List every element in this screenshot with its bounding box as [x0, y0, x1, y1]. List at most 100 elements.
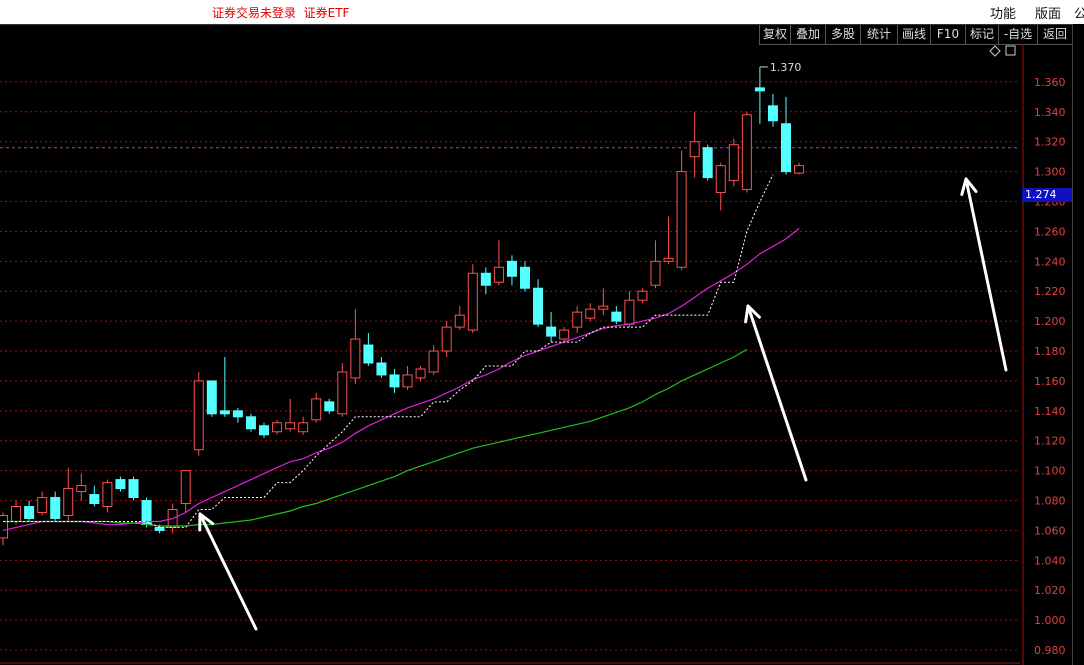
app-title: 证券交易未登录 证券ETF — [212, 6, 350, 20]
candle-down — [324, 401, 335, 412]
candle-up — [454, 314, 465, 328]
candle-up — [441, 326, 452, 352]
candle-down — [232, 410, 243, 418]
y-tick-label: 1.080 — [1034, 495, 1066, 508]
candle-up — [180, 470, 191, 505]
candle-up — [11, 506, 22, 522]
annotation-arrow-shaft — [964, 177, 1008, 372]
candle-down — [219, 410, 230, 415]
toolbar-button-restore-rights[interactable]: 复权 — [759, 25, 790, 45]
candle-down — [702, 147, 713, 179]
y-tick-label: 1.320 — [1034, 136, 1066, 149]
y-tick-label: 1.160 — [1034, 375, 1066, 388]
candle-down — [259, 425, 269, 436]
high-price-label: 1.370 — [770, 61, 802, 74]
candle-up — [624, 299, 635, 325]
toolbar-button-f10[interactable]: F10 — [930, 25, 965, 45]
right-side-strip — [1072, 24, 1084, 665]
y-tick-label: 1.240 — [1034, 255, 1066, 268]
candle-up — [311, 398, 322, 421]
candle-down — [520, 266, 530, 289]
candle-up — [794, 165, 805, 174]
candle-up — [467, 272, 478, 331]
y-tick-label: 1.180 — [1034, 345, 1066, 358]
y-tick-label: 1.260 — [1034, 225, 1066, 238]
candle-up — [572, 311, 583, 328]
title-bar: 证券交易未登录 证券ETF 功能 版面 公 — [0, 0, 1084, 24]
candle-up — [715, 165, 726, 194]
candle-down — [611, 311, 622, 322]
candle-up — [728, 144, 739, 182]
toolbar-button-overlay[interactable]: 叠加 — [790, 25, 825, 45]
annotation-arrow-shaft — [746, 304, 808, 482]
square-icon — [1005, 45, 1016, 56]
y-tick-label: 1.120 — [1034, 435, 1066, 448]
candle-down — [754, 87, 765, 92]
candle-up — [428, 350, 439, 373]
toolbar-button-mark[interactable]: 标记 — [965, 25, 998, 45]
candle-down — [89, 494, 100, 505]
candle-up — [415, 368, 426, 379]
y-tick-label: 1.300 — [1034, 166, 1066, 179]
y-tick-label: 1.140 — [1034, 405, 1066, 418]
candle-down — [363, 344, 374, 364]
toolbar-button-remove-favorite[interactable]: -自选 — [998, 25, 1037, 45]
candle-down — [245, 416, 256, 430]
y-tick-label: 1.060 — [1034, 524, 1066, 537]
candle-up — [76, 485, 87, 493]
y-tick-label: 1.020 — [1034, 584, 1066, 597]
candlestick-chart[interactable]: 1.3601.3401.3201.3001.2801.2601.2401.220… — [0, 44, 1072, 665]
y-tick-label: 0.980 — [1034, 644, 1066, 657]
candle-down — [206, 380, 217, 415]
candle-up — [402, 374, 413, 388]
menu-extra[interactable]: 公 — [1074, 3, 1084, 22]
y-tick-label: 1.220 — [1034, 285, 1066, 298]
candle-down — [767, 105, 778, 122]
candle-up — [650, 260, 661, 286]
candle-down — [506, 260, 517, 277]
annotation-arrow-shaft — [198, 512, 258, 631]
toolbar-button-statistics[interactable]: 统计 — [860, 25, 897, 45]
candle-down — [546, 326, 557, 337]
candle-down — [115, 479, 126, 490]
candle-up — [37, 497, 48, 513]
toolbar-button-multi-stock[interactable]: 多股 — [825, 25, 860, 45]
candle-down — [480, 272, 491, 286]
chart-toolbar: 复权 叠加 多股 统计 画线 F10 标记 -自选 返回 — [0, 24, 1084, 45]
candle-up — [63, 488, 74, 516]
candle-down — [376, 362, 387, 376]
diamond-icon — [989, 45, 1001, 57]
candle-up — [272, 422, 283, 433]
candle-up — [663, 257, 674, 262]
candle-down — [389, 374, 400, 388]
candle-up — [676, 171, 687, 268]
dashed-step-line — [3, 174, 774, 528]
toolbar-button-draw-line[interactable]: 画线 — [897, 25, 930, 45]
candle-down — [50, 497, 61, 519]
candle-up — [102, 482, 113, 508]
candle-down — [141, 500, 152, 525]
y-tick-label: 1.000 — [1034, 614, 1066, 627]
y-tick-label: 1.340 — [1034, 106, 1066, 119]
candle-down — [533, 287, 544, 325]
candle-up — [493, 266, 504, 283]
candle-up — [585, 308, 596, 319]
y-tick-label: 1.040 — [1034, 554, 1066, 567]
ma-line-green — [3, 348, 748, 527]
current-price-tag: 1.274 — [1022, 188, 1075, 202]
menu-function[interactable]: 功能 — [990, 3, 1016, 22]
candle-up — [350, 338, 361, 379]
toolbar-button-back[interactable]: 返回 — [1037, 25, 1072, 45]
candle-up — [559, 329, 570, 340]
candle-up — [298, 422, 309, 433]
candle-down — [781, 123, 791, 173]
y-tick-label: 1.100 — [1034, 465, 1066, 478]
candle-up — [337, 371, 348, 415]
candle-up — [0, 514, 8, 539]
candle-up — [285, 422, 296, 430]
candle-down — [24, 506, 35, 519]
y-tick-label: 1.360 — [1034, 76, 1066, 89]
candle-down — [128, 479, 139, 499]
candle-up — [689, 141, 700, 158]
menu-layout[interactable]: 版面 — [1035, 3, 1061, 22]
